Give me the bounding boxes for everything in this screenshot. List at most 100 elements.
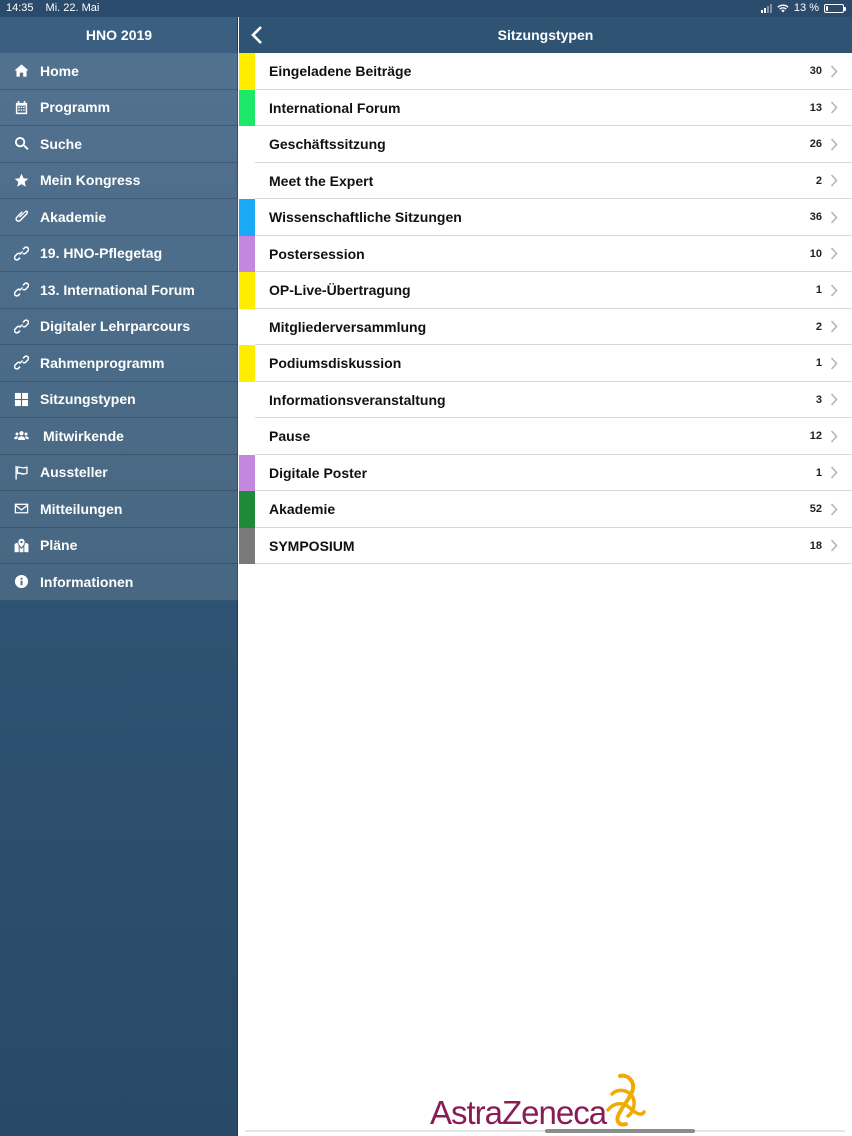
chevron-right-icon	[830, 466, 840, 480]
chevron-right-icon	[830, 539, 840, 553]
sponsor-name: AstraZeneca	[430, 1094, 607, 1131]
list-item-label: Wissenschaftliche Sitzungen	[269, 209, 462, 226]
home-indicator[interactable]	[545, 1129, 695, 1133]
list-item[interactable]: Akademie 52	[239, 491, 852, 528]
sidebar-item-label: Rahmenprogramm	[40, 354, 165, 371]
list-item-label: Mitgliederversammlung	[269, 318, 427, 335]
home-icon	[12, 62, 30, 80]
color-marker	[239, 89, 255, 126]
sidebar-item-19-hno-pflegetag[interactable]: 19. HNO-Pflegetag	[0, 235, 238, 272]
list-item-label: Digitale Poster	[269, 464, 368, 481]
chevron-right-icon	[830, 429, 840, 443]
list-item[interactable]: Wissenschaftliche Sitzungen 36	[239, 199, 852, 236]
list-item-count: 30	[809, 65, 822, 78]
color-marker	[239, 527, 255, 564]
star-icon	[12, 171, 30, 189]
sidebar-item-aussteller[interactable]: Aussteller	[0, 454, 238, 491]
list-item-count: 12	[809, 430, 822, 443]
info-icon	[12, 573, 30, 591]
sidebar: HNO 2019 Home Programm Suche Mein Kongress A…	[0, 0, 238, 1136]
sidebar-item-pläne[interactable]: Pläne	[0, 527, 238, 564]
chevron-right-icon	[830, 174, 840, 188]
app-title: HNO 2019	[85, 27, 153, 43]
list-item-label: Pause	[269, 428, 311, 445]
sidebar-item-sitzungstypen[interactable]: Sitzungstypen	[0, 381, 238, 418]
row-divider	[255, 563, 852, 564]
sidebar-item-label: Mitteilungen	[40, 500, 123, 517]
list-item-label: SYMPOSIUM	[269, 537, 355, 554]
chevron-right-icon	[830, 210, 840, 224]
list-item[interactable]: Digitale Poster 1	[239, 454, 852, 491]
chevron-right-icon	[830, 320, 840, 334]
list-item[interactable]: Informationsveranstaltung 3	[239, 382, 852, 418]
sidebar-item-label: Programm	[40, 99, 111, 116]
sidebar-menu: Home Programm Suche Mein Kongress Akademie 19…	[0, 53, 238, 601]
list-item-label: Postersession	[269, 245, 365, 262]
sidebar-item-home[interactable]: Home	[0, 53, 238, 90]
list-item[interactable]: Podiumsdiskussion 1	[239, 345, 852, 382]
calendar-icon	[12, 98, 30, 116]
link-icon	[12, 281, 30, 299]
list-item[interactable]: Eingeladene Beiträge 30	[239, 53, 852, 90]
nav-bar: Sitzungstypen	[239, 17, 852, 53]
sidebar-item-digitaler-lehrparcours[interactable]: Digitaler Lehrparcours	[0, 308, 238, 345]
list-item[interactable]: Meet the Expert 2	[239, 163, 852, 199]
list-item-count: 1	[815, 357, 822, 370]
list-item-count: 3	[815, 393, 822, 406]
wifi-icon	[777, 4, 789, 12]
battery-icon	[824, 3, 846, 13]
sidebar-item-suche[interactable]: Suche	[0, 126, 238, 163]
sidebar-item-label: Suche	[40, 135, 83, 152]
list-item-label: Eingeladene Beiträge	[269, 63, 412, 80]
sponsor-logo[interactable]: AstraZeneca	[430, 1072, 650, 1132]
sidebar-item-programm[interactable]: Programm	[0, 89, 238, 126]
list-item[interactable]: Postersession 10	[239, 235, 852, 272]
color-marker	[239, 454, 255, 491]
paperclip-icon	[12, 208, 30, 226]
sidebar-item-akademie[interactable]: Akademie	[0, 199, 238, 236]
chevron-right-icon	[830, 137, 840, 151]
sidebar-item-label: Mitwirkende	[43, 427, 124, 444]
sidebar-item-label: Digitaler Lehrparcours	[40, 318, 191, 335]
astrazeneca-logo-icon	[606, 1073, 646, 1127]
list-item-count: 2	[815, 320, 822, 333]
grid-icon	[12, 390, 30, 408]
list-item[interactable]: OP-Live-Übertragung 1	[239, 272, 852, 309]
sidebar-item-mitwirkende[interactable]: Mitwirkende	[0, 418, 238, 455]
list-item-label: Akademie	[269, 501, 336, 518]
list-item[interactable]: Mitgliederversammlung 2	[239, 309, 852, 345]
list-item-count: 1	[815, 284, 822, 297]
list-item-count: 52	[809, 503, 822, 516]
color-marker	[239, 199, 255, 236]
link-icon	[12, 244, 30, 262]
sidebar-item-rahmenprogramm[interactable]: Rahmenprogramm	[0, 345, 238, 382]
list-item[interactable]: Pause 12	[239, 418, 852, 455]
chevron-right-icon	[830, 283, 840, 297]
back-button[interactable]	[245, 23, 269, 47]
list-item[interactable]: International Forum 13	[239, 89, 852, 126]
list-item[interactable]: SYMPOSIUM 18	[239, 527, 852, 564]
list-item-count: 36	[809, 211, 822, 224]
chevron-left-icon	[251, 26, 262, 44]
list-item[interactable]: Geschäftssitzung 26	[239, 126, 852, 163]
sidebar-item-mein-kongress[interactable]: Mein Kongress	[0, 162, 238, 199]
envelope-icon	[12, 500, 30, 518]
map-icon	[12, 536, 30, 554]
sidebar-item-label: Pläne	[40, 537, 78, 554]
list-item-count: 1	[815, 466, 822, 479]
sidebar-item-label: 19. HNO-Pflegetag	[40, 245, 163, 262]
sidebar-item-label: Home	[40, 62, 79, 79]
list-item-label: Geschäftssitzung	[269, 136, 386, 153]
sidebar-item-informationen[interactable]: Informationen	[0, 564, 238, 601]
color-marker	[239, 345, 255, 382]
status-bar: 14:35 Mi. 22. Mai 13 %	[0, 0, 852, 17]
sidebar-item-label: Mein Kongress	[40, 172, 141, 189]
sidebar-item-mitteilungen[interactable]: Mitteilungen	[0, 491, 238, 528]
list-item-count: 13	[809, 101, 822, 114]
sidebar-item-13-international-forum[interactable]: 13. International Forum	[0, 272, 238, 309]
search-icon	[12, 135, 30, 153]
chevron-right-icon	[830, 502, 840, 516]
session-types-list: Eingeladene Beiträge 30 International Foru…	[239, 53, 852, 1136]
list-item-label: Meet the Expert	[269, 172, 374, 189]
page-title: Sitzungstypen	[497, 27, 594, 43]
